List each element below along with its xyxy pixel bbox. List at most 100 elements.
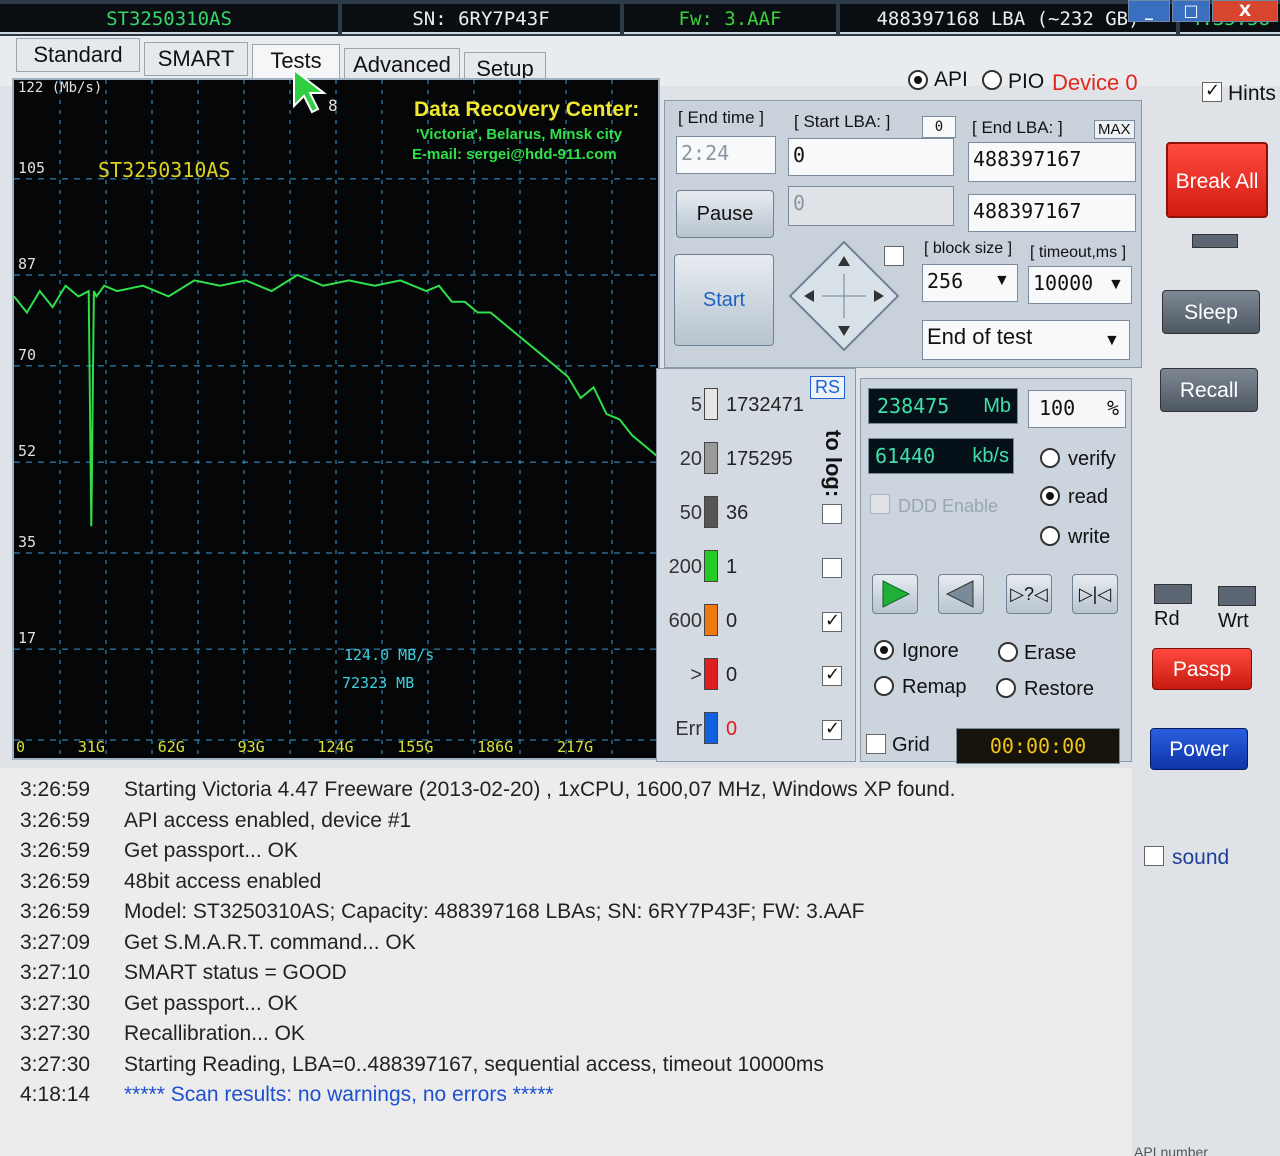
max-button[interactable]: MAX: [1094, 120, 1135, 139]
elapsed-timer: 00:00:00: [956, 728, 1120, 764]
tab-advanced[interactable]: Advanced: [344, 48, 460, 82]
back-icon: [945, 580, 974, 608]
log-entry: 3:27:30 Recallibration... OK: [20, 1022, 305, 1046]
log-entry: 3:27:10 SMART status = GOOD: [20, 961, 347, 985]
erase-radio[interactable]: [998, 642, 1018, 662]
tab-standard[interactable]: Standard: [16, 38, 140, 72]
api-radio[interactable]: [908, 70, 928, 90]
log-entry: 3:26:59 Model: ST3250310AS; Capacity: 488…: [20, 900, 864, 924]
log-message: SMART status = GOOD: [124, 961, 347, 984]
end-lba-field[interactable]: 488397167: [968, 142, 1136, 182]
mb-readout: 238475 Mb: [868, 388, 1018, 424]
block-count: 0: [726, 664, 738, 686]
speed-value: 61440: [875, 444, 936, 468]
read-radio[interactable]: [1040, 486, 1060, 506]
sleep-button[interactable]: Sleep: [1162, 290, 1260, 334]
passp-button[interactable]: Passp: [1152, 648, 1252, 690]
block-size-dropdown-icon[interactable]: ▼: [994, 272, 1010, 290]
play-button[interactable]: [872, 574, 918, 614]
start-button[interactable]: Start: [674, 254, 774, 346]
percent-value: 100: [1039, 396, 1076, 420]
graph-unit-label: 122 (Mb/s): [18, 80, 103, 96]
end-time-field[interactable]: 2:24: [676, 136, 776, 174]
end-button[interactable]: ▷|◁: [1072, 574, 1118, 614]
recall-button[interactable]: Recall: [1160, 368, 1258, 412]
tab-smart[interactable]: SMART: [144, 42, 248, 76]
to-log-label: to log:: [821, 430, 846, 498]
x-tick-label: 62G: [157, 738, 185, 756]
log-message: Starting Reading, LBA=0..488397167, sequ…: [124, 1052, 824, 1076]
log-time: 3:26:59: [20, 900, 91, 923]
log-message: ***** Scan results: no warnings, no erro…: [124, 1083, 554, 1106]
ignore-radio[interactable]: [874, 640, 894, 660]
block-color-swatch: [704, 442, 718, 474]
rs-button[interactable]: RS: [810, 376, 846, 399]
x-tick-label: 0: [16, 738, 26, 756]
block-color-swatch: [704, 550, 718, 582]
block-range-label: Err: [675, 718, 702, 740]
restore-radio[interactable]: [996, 678, 1016, 698]
write-radio[interactable]: [1040, 526, 1060, 546]
verify-radio[interactable]: [1040, 448, 1060, 468]
jump-button[interactable]: ▷?◁: [1006, 574, 1052, 614]
break-all-button[interactable]: Break All: [1166, 142, 1268, 218]
start-lba-offset[interactable]: 0: [922, 116, 956, 138]
remap-radio[interactable]: [874, 676, 894, 696]
maximize-button[interactable]: □: [1172, 0, 1210, 22]
minimize-button[interactable]: _: [1128, 0, 1170, 22]
drive-model: ST3250310AS: [0, 4, 338, 34]
drive-serial: SN: 6RY7P43F: [342, 4, 620, 34]
timeout-dropdown-icon[interactable]: ▼: [1108, 276, 1124, 294]
start-lba-field[interactable]: 0: [788, 138, 954, 176]
x-tick-label: 155G: [397, 738, 434, 756]
block-log-checkbox[interactable]: [822, 610, 842, 632]
device-label[interactable]: Device 0: [1052, 70, 1138, 96]
block-color-swatch: [704, 712, 718, 744]
log-entry: 3:26:59 Get passport... OK: [20, 839, 298, 863]
stats-panel: [860, 378, 1132, 762]
sound-label: sound: [1172, 846, 1230, 869]
mb-value: 238475: [877, 394, 950, 418]
block-log-checkbox[interactable]: [822, 718, 842, 740]
back-button[interactable]: [938, 574, 984, 614]
block-count: 175295: [726, 448, 793, 470]
title-bar: ST3250310AS SN: 6RY7P43F Fw: 3.AAF 48839…: [0, 0, 1280, 36]
drive-firmware: Fw: 3.AAF: [624, 4, 836, 34]
log-message: Recallibration... OK: [124, 1022, 305, 1045]
pio-radio[interactable]: [982, 70, 1002, 90]
end-action-select[interactable]: End of test: [922, 320, 1130, 360]
play-icon: [882, 580, 911, 608]
close-button[interactable]: X: [1212, 0, 1278, 22]
log-time: 3:27:09: [20, 930, 91, 954]
block-color-swatch: [704, 604, 718, 636]
ignore-label: Ignore: [902, 640, 959, 662]
mouse-cursor-icon: [293, 67, 327, 114]
hints-checkbox[interactable]: [1202, 80, 1222, 102]
drive-capacity: 488397168 LBA (~232 GB): [840, 4, 1176, 34]
x-tick-label: 124G: [317, 738, 354, 756]
block-log-checkbox[interactable]: [822, 558, 842, 578]
power-button[interactable]: Power: [1150, 728, 1248, 770]
end-lba-field-2[interactable]: 488397167: [968, 194, 1136, 232]
current-lba-field: 0: [788, 186, 954, 226]
block-size-label: [ block size ]: [924, 240, 1013, 257]
reverse-checkbox[interactable]: [884, 246, 904, 266]
rd-indicator: [1154, 584, 1192, 604]
ddd-enable-checkbox[interactable]: [870, 494, 890, 514]
y-tick-label: 105: [18, 158, 46, 177]
log-entry: 3:27:30 Get passport... OK: [20, 992, 298, 1016]
log-message: Starting Victoria 4.47 Freeware (2013-02…: [124, 778, 956, 801]
speed-graph: 122 (Mb/s) ST3250310AS Data Recovery Cen…: [12, 78, 660, 760]
pause-button[interactable]: Pause: [676, 190, 774, 238]
percent-unit: %: [1106, 396, 1119, 420]
block-count: 1732471: [726, 394, 804, 416]
log-time: 3:26:59: [20, 808, 91, 832]
block-range-label: 50: [679, 502, 702, 524]
log-entry: 3:27:30 Starting Reading, LBA=0..48839716…: [20, 1053, 824, 1077]
block-log-checkbox[interactable]: [822, 664, 842, 686]
sound-checkbox[interactable]: [1144, 846, 1164, 866]
grid-checkbox[interactable]: [866, 734, 886, 754]
block-log-checkbox[interactable]: [822, 504, 842, 524]
percent-readout: 100 %: [1028, 390, 1126, 428]
end-action-dropdown-icon[interactable]: ▼: [1104, 332, 1120, 350]
